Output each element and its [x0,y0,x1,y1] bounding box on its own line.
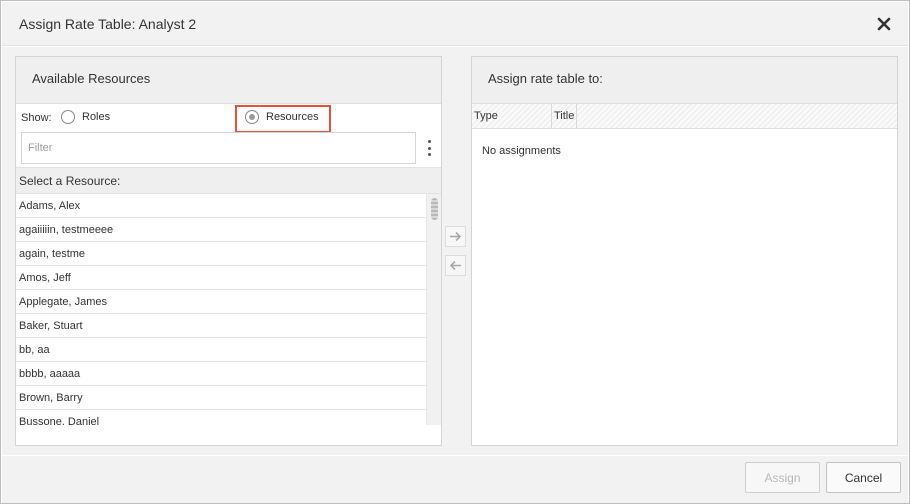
resource-list-item[interactable]: Amos, Jeff [16,266,426,290]
resource-list: Adams, Alex agaiiiiin, testmeeee again, te… [16,194,426,425]
assign-rate-table-panel: Assign rate table to: Type Title No assi… [471,56,898,446]
resource-list-item[interactable]: bb, aa [16,338,426,362]
dialog-title: Assign Rate Table: Analyst 2 [19,16,197,32]
arrow-right-icon [450,231,462,242]
show-filter-row: Show: Roles Resources [16,104,441,133]
column-header-title[interactable]: Title [552,104,577,128]
dialog-header: Assign Rate Table: Analyst 2 [2,2,908,46]
assign-rate-table-dialog: Assign Rate Table: Analyst 2 Available R… [0,0,910,504]
filter-row [21,132,435,164]
resource-list-item[interactable]: Adams, Alex [16,194,426,218]
resource-list-item[interactable]: Applegate, James [16,290,426,314]
available-resources-panel: Available Resources Show: Roles Resource… [15,56,442,446]
remove-arrow-button[interactable] [445,255,466,276]
resources-radio-option[interactable]: Resources [245,110,319,124]
roles-radio-option[interactable]: Roles [61,110,110,124]
cancel-button[interactable]: Cancel [826,462,901,493]
resources-radio-label: Resources [266,111,319,123]
resource-list-item[interactable]: Baker, Stuart [16,314,426,338]
filter-input[interactable] [21,132,416,164]
dialog-body: Available Resources Show: Roles Resource… [2,47,908,455]
roles-radio[interactable] [61,110,75,124]
resource-list-item[interactable]: Brown, Barry [16,386,426,410]
assignments-table-header: Type Title [472,104,897,129]
resource-list-scrollbar[interactable] [426,194,441,425]
resource-list-item[interactable]: again, testme [16,242,426,266]
assign-button[interactable]: Assign [745,462,820,493]
resource-list-item[interactable]: agaiiiiin, testmeeee [16,218,426,242]
more-options-icon[interactable] [423,140,435,156]
arrow-left-icon [449,260,461,271]
add-arrow-button[interactable] [445,226,466,247]
select-resource-heading: Select a Resource: [16,167,441,194]
dialog-footer: Assign Cancel [2,456,908,503]
assign-rate-table-title: Assign rate table to: [472,57,897,104]
show-label: Show: [21,112,52,124]
resource-list-item[interactable]: bbbb, aaaaa [16,362,426,386]
close-icon[interactable] [876,16,892,32]
no-assignments-text: No assignments [482,145,561,157]
roles-radio-label: Roles [82,111,111,123]
resource-list-item[interactable]: Bussone, Daniel [16,410,426,425]
resources-radio[interactable] [245,110,259,124]
available-resources-title: Available Resources [16,57,441,104]
scrollbar-thumb[interactable] [431,198,438,220]
column-header-type[interactable]: Type [472,104,552,128]
